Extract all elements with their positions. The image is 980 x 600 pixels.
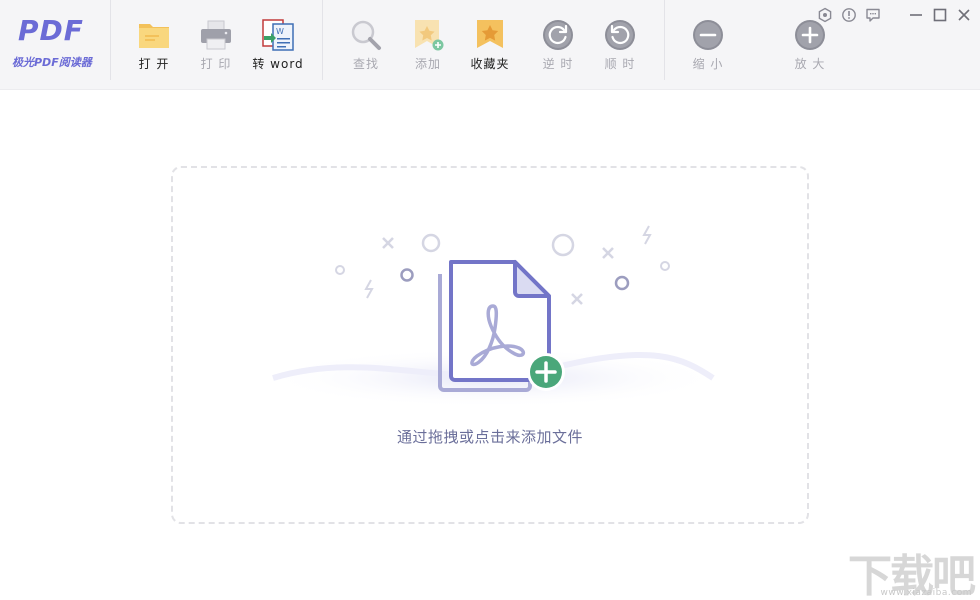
toolbar-divider <box>664 0 665 80</box>
feedback-icon[interactable] <box>865 7 881 23</box>
svg-text:W: W <box>276 27 284 36</box>
close-icon[interactable] <box>956 7 972 23</box>
rotate-cw-button[interactable]: 顺 时 <box>594 18 646 74</box>
add-bookmark-icon <box>415 20 444 51</box>
info-icon[interactable] <box>841 7 857 23</box>
minimize-icon[interactable] <box>908 7 924 23</box>
file-drop-zone[interactable]: 通过拖拽或点击来添加文件 <box>171 166 809 524</box>
drop-hint-text: 通过拖拽或点击来添加文件 <box>396 428 583 446</box>
watermark-url: www.xiazaiba.com <box>880 588 972 598</box>
zoom-in-button[interactable]: 放 大 <box>784 18 836 74</box>
zoom-in-icon <box>795 20 825 50</box>
app-name: 极光PDF阅读器 <box>12 56 92 69</box>
app-window: PDF 极光PDF阅读器 打 开 打 印 W 转 word 查找 添加 收藏夹 … <box>0 0 980 600</box>
folder-icon <box>139 24 169 48</box>
bookmarks-button[interactable]: 收藏夹 <box>464 18 516 74</box>
toolbar: PDF 极光PDF阅读器 打 开 打 印 W 转 word 查找 添加 收藏夹 … <box>0 0 980 90</box>
rotate-cw-label: 顺 时 <box>604 57 636 71</box>
maximize-icon[interactable] <box>932 7 948 23</box>
logo-mark: PDF <box>18 14 84 47</box>
zoom-out-label: 缩 小 <box>692 57 724 71</box>
rotate-ccw-icon <box>543 20 573 50</box>
find-button[interactable]: 查找 <box>340 18 392 74</box>
site-watermark: 下载吧 www.xiazaiba.com <box>840 542 976 600</box>
zoom-out-button[interactable]: 缩 小 <box>682 18 734 74</box>
add-pdf-file-icon <box>263 225 723 408</box>
print-button[interactable]: 打 印 <box>190 18 242 74</box>
bookmark-folder-icon <box>477 20 503 48</box>
magnifier-icon <box>351 20 381 50</box>
zoom-in-label: 放 大 <box>794 57 826 71</box>
toolbar-divider <box>110 0 111 80</box>
rotate-ccw-button[interactable]: 逆 时 <box>532 18 584 74</box>
app-logo: PDF 极光PDF阅读器 <box>8 10 104 76</box>
toolbar-divider <box>322 0 323 80</box>
zoom-out-icon <box>693 20 723 50</box>
printer-icon <box>201 20 231 50</box>
to-word-label: 转 word <box>252 57 304 71</box>
to-word-button[interactable]: W 转 word <box>252 18 304 74</box>
rotate-cw-icon <box>605 20 635 50</box>
bookmarks-label: 收藏夹 <box>470 57 510 71</box>
add-bookmark-button[interactable]: 添加 <box>402 18 454 74</box>
settings-icon[interactable] <box>817 7 833 23</box>
pdf-to-word-icon: W <box>262 19 294 51</box>
open-button[interactable]: 打 开 <box>128 18 180 74</box>
